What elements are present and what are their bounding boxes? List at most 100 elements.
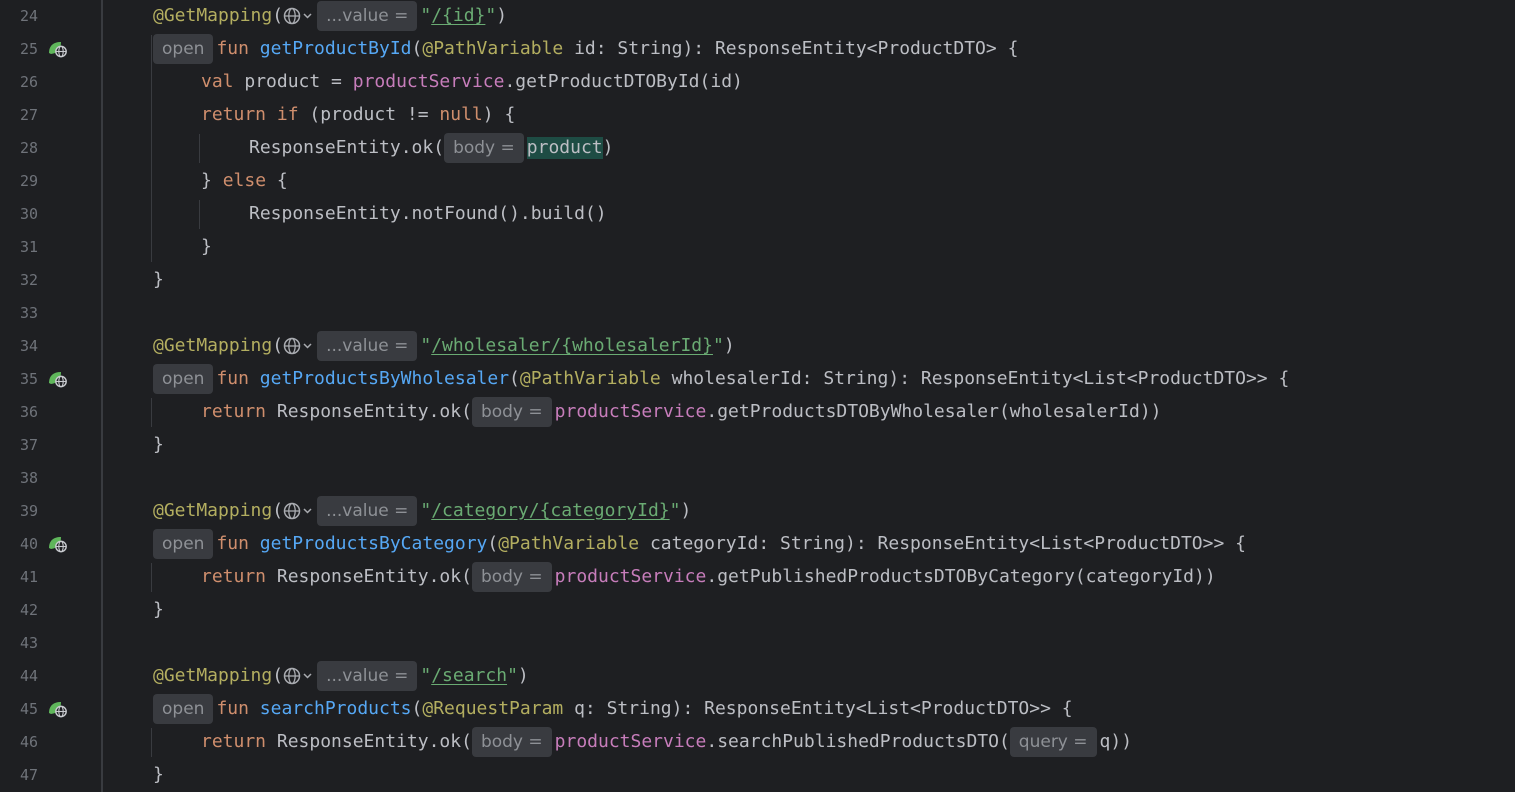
code-text[interactable]: } [153,434,164,456]
code-token: @PathVariable [422,38,564,59]
code-token: { [276,170,288,191]
code-line[interactable]: 46 return ResponseEntity.ok(body = product… [0,726,1515,759]
code-line[interactable]: 33 [0,297,1515,330]
code-token: @GetMapping [153,5,273,26]
inlay-hint: open [153,529,214,559]
code-token: " [485,5,497,26]
line-number[interactable]: 47 [0,767,38,784]
code-line[interactable]: 27 return if (product != null) { [0,99,1515,132]
globe-icon[interactable] [283,665,317,687]
code-text[interactable]: return ResponseEntity.ok(body = productSe… [201,397,1162,427]
line-number[interactable]: 28 [0,140,38,157]
code-text[interactable]: @GetMapping(...value = "/{id}") [153,1,507,31]
code-line[interactable]: 47} [0,759,1515,792]
code-line[interactable]: 42} [0,594,1515,627]
code-text[interactable]: } [201,236,212,258]
code-text[interactable]: return ResponseEntity.ok(body = productSe… [201,727,1132,757]
line-number[interactable]: 45 [0,701,38,718]
code-text[interactable]: return if (product != null) { [201,104,515,126]
line-number[interactable]: 27 [0,107,38,124]
code-line[interactable]: 24 @GetMapping(...value = "/{id}") [0,0,1515,33]
code-token: @GetMapping [153,665,273,686]
line-number[interactable]: 44 [0,668,38,685]
code-line[interactable]: 30 ResponseEntity.notFound().build() [0,198,1515,231]
globe-icon[interactable] [283,335,317,357]
code-line[interactable]: 34 @GetMapping(...value = "/wholesaler/{wh… [0,330,1515,363]
code-line[interactable]: 38 [0,462,1515,495]
line-number[interactable]: 41 [0,569,38,586]
line-number[interactable]: 38 [0,470,38,487]
line-number[interactable]: 32 [0,272,38,289]
code-token: " [420,500,432,521]
endpoint-globe-icon[interactable] [47,700,69,718]
code-line[interactable]: 40 open fun getProductsByCategory(@PathVar… [0,528,1515,561]
line-number[interactable]: 35 [0,371,38,388]
code-token: q: String): ResponseEntity<List<ProductD… [563,698,1073,719]
code-editor[interactable]: 24 @GetMapping(...value = "/{id}") 25 open fu… [0,0,1515,792]
line-number[interactable]: 43 [0,635,38,652]
inlay-hint: body = [471,397,552,427]
code-token: (product != [309,104,440,125]
globe-icon[interactable] [283,5,317,27]
code-text[interactable]: } [153,599,164,621]
code-token: ) [602,137,614,158]
code-text[interactable]: } else { [201,170,288,192]
code-text[interactable]: open fun getProductById(@PathVariable id:… [153,34,1018,64]
line-number[interactable]: 31 [0,239,38,256]
line-number[interactable]: 29 [0,173,38,190]
code-text[interactable]: val product = productService.getProductD… [201,71,743,93]
code-text[interactable]: open fun getProductsByWholesaler(@PathVar… [153,364,1289,394]
code-text[interactable]: } [153,269,164,291]
url-path-link[interactable]: /{id} [431,5,485,27]
code-line[interactable]: 29 } else { [0,165,1515,198]
code-line[interactable]: 41 return ResponseEntity.ok(body = product… [0,561,1515,594]
code-line[interactable]: 28 ResponseEntity.ok(body = product) [0,132,1515,165]
url-path-link[interactable]: /search [431,665,507,687]
code-line[interactable]: 45 open fun searchProducts(@RequestParam q… [0,693,1515,726]
globe-icon[interactable] [283,500,317,522]
code-token: } [153,599,164,620]
inlay-hint: open [153,694,214,724]
code-text[interactable]: ResponseEntity.notFound().build() [249,203,607,225]
endpoint-globe-icon[interactable] [47,370,69,388]
line-number[interactable]: 26 [0,74,38,91]
line-number[interactable]: 39 [0,503,38,520]
line-number[interactable]: 34 [0,338,38,355]
code-text[interactable]: return ResponseEntity.ok(body = productSe… [201,562,1216,592]
code-text[interactable]: @GetMapping(...value = "/search") [153,661,529,691]
code-line[interactable]: 43 [0,627,1515,660]
endpoint-globe-icon[interactable] [47,535,69,553]
code-line[interactable]: 35 open fun getProductsByWholesaler(@PathV… [0,363,1515,396]
code-token: val [201,71,245,92]
url-path-link[interactable]: /wholesaler/{wholesalerId} [431,335,713,357]
line-number[interactable]: 37 [0,437,38,454]
code-line[interactable]: 39 @GetMapping(...value = "/category/{cate… [0,495,1515,528]
code-text[interactable]: open fun getProductsByCategory(@PathVaria… [153,529,1246,559]
code-line[interactable]: 37} [0,429,1515,462]
line-number[interactable]: 33 [0,305,38,322]
code-text[interactable]: @GetMapping(...value = "/category/{catego… [153,496,692,526]
code-line[interactable]: 25 open fun getProductById(@PathVariable i… [0,33,1515,66]
line-number[interactable]: 40 [0,536,38,553]
line-number[interactable]: 24 [0,8,38,25]
endpoint-globe-icon[interactable] [47,40,69,58]
code-text[interactable]: } [153,764,164,786]
url-path-link[interactable]: /category/{categoryId} [431,500,669,522]
code-token: ( [272,500,284,521]
code-text[interactable]: @GetMapping(...value = "/wholesaler/{whol… [153,331,735,361]
line-number[interactable]: 42 [0,602,38,619]
code-line[interactable]: 26 val product = productService.getProduc… [0,66,1515,99]
line-number[interactable]: 36 [0,404,38,421]
code-line[interactable]: 36 return ResponseEntity.ok(body = product… [0,396,1515,429]
code-line[interactable]: 32} [0,264,1515,297]
code-line[interactable]: 31} [0,231,1515,264]
line-number[interactable]: 25 [0,41,38,58]
code-token: @RequestParam [422,698,564,719]
code-text[interactable]: ResponseEntity.ok(body = product) [249,133,614,163]
line-number[interactable]: 46 [0,734,38,751]
code-text[interactable]: open fun searchProducts(@RequestParam q: … [153,694,1073,724]
line-number[interactable]: 30 [0,206,38,223]
code-line[interactable]: 44 @GetMapping(...value = "/search") [0,660,1515,693]
code-token: ) [680,500,692,521]
code-token: fun [216,533,260,554]
